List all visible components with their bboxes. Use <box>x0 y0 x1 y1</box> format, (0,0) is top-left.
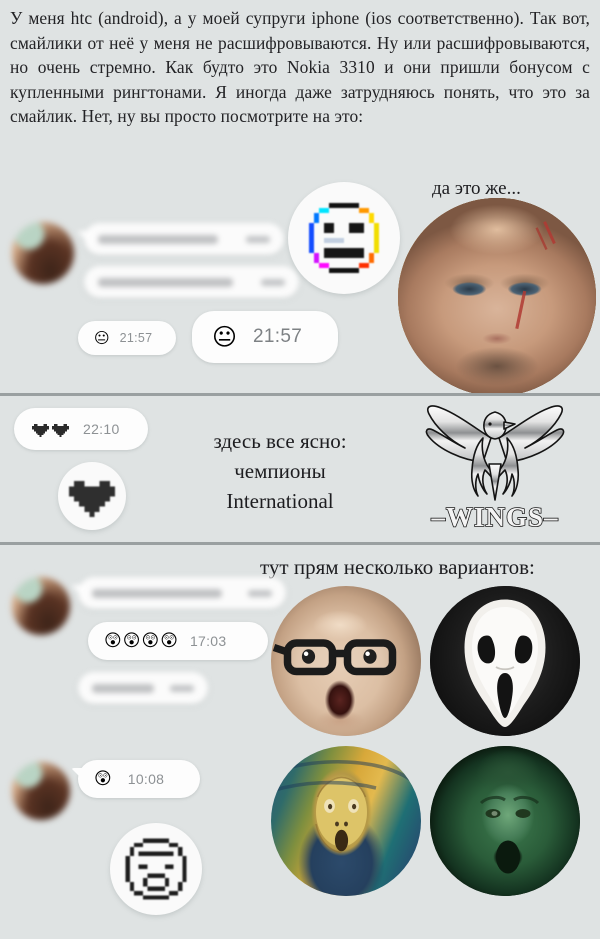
scream-figure-icon <box>271 759 421 854</box>
intro-text-block: У меня htc (android), а у моей супруги i… <box>0 0 600 129</box>
photo-scar-marks <box>515 221 556 330</box>
panel4-contact-avatar <box>12 762 70 820</box>
message-text-redacted <box>92 683 154 693</box>
intro-paragraph: У меня htc (android), а у моей супруги i… <box>10 8 590 126</box>
message-time-redacted <box>261 278 285 286</box>
screaming-faces-group-icon: 😲 😲 😲 😲 <box>104 630 178 651</box>
panel3-caption: тут прям несколько вариантов: <box>260 555 535 579</box>
panel1-emoji-bubble-small: 😐 21:57 <box>78 321 176 355</box>
panel3-contact-avatar <box>12 577 70 635</box>
panel3-the-scream-painting-photo <box>271 746 421 896</box>
panel1-emoji-bubble-small-time: 21:57 <box>119 331 153 345</box>
face-screaming-in-fear-icon: 😲 <box>94 768 112 789</box>
panel1-caption: да это же... <box>432 178 521 199</box>
panel3-surprised-man-photo <box>271 586 421 736</box>
panel3-emoji-bubble: 😲 😲 😲 😲 17:03 <box>88 622 268 660</box>
panel1-pixel-emoji-sticker <box>288 182 400 294</box>
eagle-icon <box>425 405 565 501</box>
panel2-caption-line-1: здесь все ясно: <box>213 429 347 453</box>
panel-1: 😐 21:57 😐 21:57 да это же... <box>0 170 600 396</box>
panel1-message-bubble-2 <box>84 266 299 298</box>
neutral-face-icon: 😐 <box>212 323 238 351</box>
message-time-redacted <box>248 589 272 597</box>
wings-logo-text: –WINGS– <box>431 501 559 533</box>
neutral-face-icon: 😐 <box>94 328 110 347</box>
message-text-redacted <box>98 277 233 287</box>
black-hearts-icon <box>32 422 69 437</box>
face-screaming-in-fear-icon: 😲 <box>104 630 122 651</box>
pixelated-neutral-face-icon <box>309 203 379 273</box>
message-text-redacted <box>98 234 218 244</box>
panel1-message-bubble-1 <box>84 223 284 255</box>
glasses-icon <box>272 639 397 676</box>
face-screaming-in-fear-icon: 😲 <box>122 630 141 651</box>
face-screaming-in-fear-icon: 😲 <box>160 630 178 651</box>
panel4-emoji-bubble: 😲 10:08 <box>78 760 200 798</box>
panel2-hearts-bubble-time: 22:10 <box>83 421 120 437</box>
panel4-emoji-bubble-time: 10:08 <box>127 771 165 787</box>
panel2-hearts-bubble: 22:10 <box>14 408 148 450</box>
pixel-heart-icon <box>52 423 69 437</box>
pixel-heart-icon <box>32 423 49 437</box>
panel1-contact-avatar <box>12 222 74 284</box>
message-text-redacted <box>92 588 222 598</box>
panel3-emoji-bubble-time: 17:03 <box>189 633 227 649</box>
avatar-image <box>12 577 70 635</box>
panel2-wings-logo: –WINGS– <box>405 402 585 534</box>
scream-mask-icon <box>464 599 546 727</box>
panel2-caption-line-2: чемпионы <box>234 459 326 483</box>
panel-2: 22:10 здесь все ясно: чемпионы Internati… <box>0 396 600 542</box>
screaming-face-icon <box>479 795 540 874</box>
pixelated-screaming-face-icon <box>125 838 187 900</box>
meme-page: У меня htc (android), а у моей супруги i… <box>0 0 600 939</box>
panel3-green-screaming-man-photo <box>430 746 580 896</box>
panel1-emoji-bubble-large-time: 21:57 <box>253 326 303 347</box>
panel3-message-bubble-1 <box>78 577 286 609</box>
panel3-scream-mask-photo <box>430 586 580 736</box>
panel2-caption-line-3: International <box>226 489 334 513</box>
message-time-redacted <box>170 684 194 692</box>
message-time-redacted <box>246 235 270 243</box>
panel4-pixel-emoji-sticker <box>110 823 202 915</box>
avatar-image <box>12 762 70 820</box>
panel2-heart-sticker <box>58 462 126 530</box>
avatar-image <box>12 222 74 284</box>
panel1-emoji-bubble-large: 😐 21:57 <box>192 311 338 363</box>
panel2-caption: здесь все ясно: чемпионы International <box>165 426 395 516</box>
face-screaming-in-fear-icon: 😲 <box>141 630 160 651</box>
panel-3: тут прям несколько вариантов: 😲 😲 😲 😲 17… <box>0 545 600 939</box>
panel3-message-bubble-2 <box>78 672 208 704</box>
panel1-scarred-man-photo <box>398 198 596 396</box>
pixelated-black-heart-icon <box>69 480 115 517</box>
